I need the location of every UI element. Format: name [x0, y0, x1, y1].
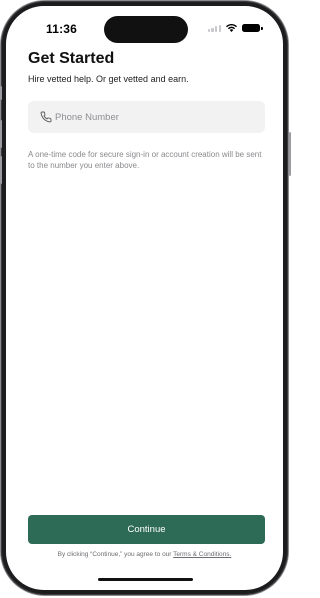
- battery-icon: [242, 24, 263, 32]
- phone-power-button: [289, 132, 291, 176]
- app-screen: 11:36 Get Started Hire vetted help. Or g…: [6, 6, 283, 590]
- dynamic-island: [104, 16, 188, 43]
- status-bar: 11:36: [6, 6, 283, 46]
- phone-icon: [40, 111, 52, 123]
- page-title: Get Started: [28, 50, 115, 67]
- status-icons: [207, 24, 263, 32]
- terms-prefix: By clicking “Continue,” you agree to our: [57, 551, 174, 558]
- status-time: 11:36: [46, 22, 78, 36]
- phone-side-button: [0, 86, 2, 100]
- phone-volume-up-button: [0, 120, 2, 148]
- wifi-icon: [226, 24, 237, 32]
- one-time-code-hint: A one-time code for secure sign-in or ac…: [28, 150, 262, 170]
- terms-and-conditions-link[interactable]: Terms & Conditions.: [173, 551, 231, 558]
- continue-button[interactable]: Continue: [28, 515, 265, 544]
- phone-number-input[interactable]: [55, 111, 245, 123]
- terms-notice: By clicking “Continue,” you agree to our…: [6, 551, 283, 558]
- page-subtitle: Hire vetted help. Or get vetted and earn…: [28, 74, 189, 84]
- phone-volume-down-button: [0, 156, 2, 184]
- phone-number-field[interactable]: [28, 101, 265, 133]
- home-indicator: [98, 578, 193, 581]
- signal-icon: [207, 24, 221, 32]
